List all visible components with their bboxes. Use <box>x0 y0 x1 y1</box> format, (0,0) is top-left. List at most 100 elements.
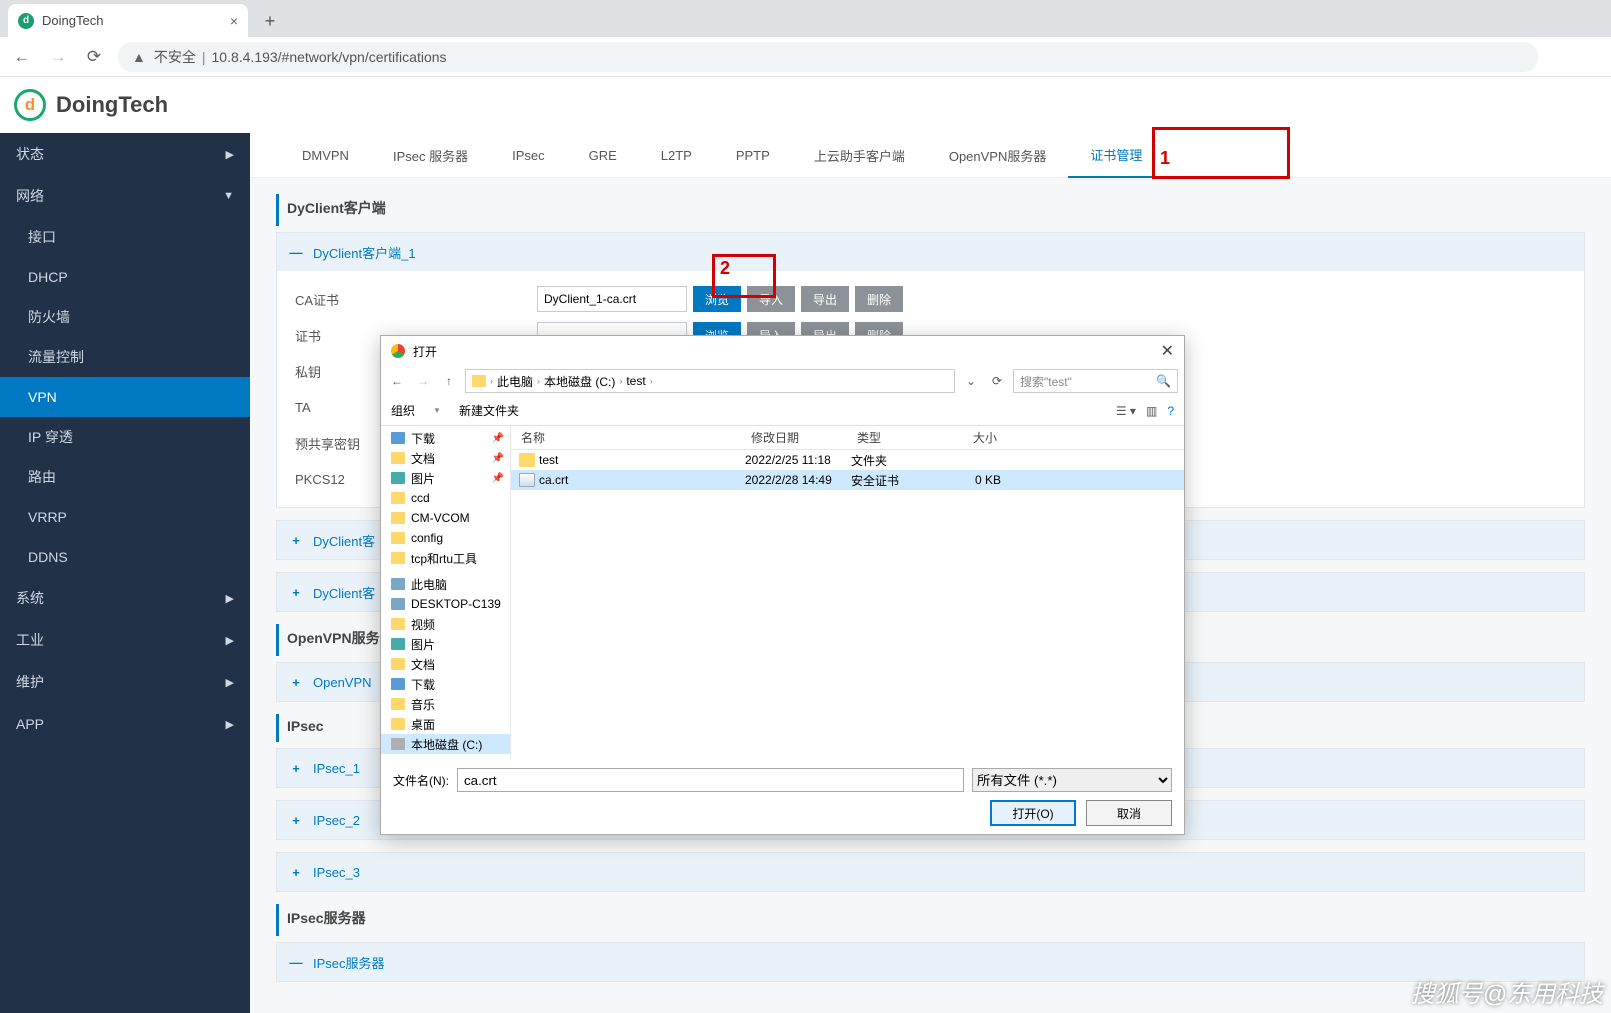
action-button[interactable]: 导出 <box>801 286 849 312</box>
collapse-icon[interactable]: — <box>289 955 303 970</box>
main-tab[interactable]: PPTP <box>714 133 792 178</box>
panel-head[interactable]: +IPsec_3 <box>277 853 1584 891</box>
column-headers[interactable]: 名称 修改日期 类型 大小 <box>511 426 1184 450</box>
expand-icon[interactable]: + <box>289 813 303 828</box>
tree-node[interactable]: 下载📌 <box>381 428 510 448</box>
open-button[interactable]: 打开(O) <box>990 800 1076 826</box>
search-input[interactable]: 搜索"test" 🔍 <box>1013 369 1178 393</box>
expand-icon[interactable]: + <box>289 585 303 600</box>
sidebar-item[interactable]: 接口 <box>0 217 250 257</box>
expand-icon[interactable]: + <box>289 675 303 690</box>
sidebar-group-label: 系统 <box>16 588 44 608</box>
nav-back-icon[interactable]: ← <box>387 374 407 388</box>
sidebar-item[interactable]: 防火墙 <box>0 297 250 337</box>
tree-node[interactable]: ccd <box>381 488 510 508</box>
sidebar-item[interactable]: DDNS <box>0 537 250 577</box>
new-folder-button[interactable]: 新建文件夹 <box>459 402 519 419</box>
new-tab-button[interactable]: + <box>256 7 284 35</box>
tree-node[interactable]: 音乐 <box>381 694 510 714</box>
file-filter-select[interactable]: 所有文件 (*.*) <box>972 768 1172 792</box>
sidebar-group[interactable]: 工业▶ <box>0 619 250 661</box>
path-dropdown-icon[interactable]: ⌄ <box>961 374 981 388</box>
tree-node[interactable]: 视频 <box>381 614 510 634</box>
breadcrumb-segment[interactable]: 此电脑 <box>497 373 533 390</box>
main-tab[interactable]: L2TP <box>639 133 714 178</box>
help-icon[interactable]: ? <box>1167 404 1174 418</box>
folder-icon <box>391 638 405 650</box>
tree-node[interactable]: 文档📌 <box>381 448 510 468</box>
expand-icon[interactable]: + <box>289 533 303 548</box>
action-button[interactable]: 删除 <box>855 286 903 312</box>
tree-node[interactable]: 此电脑 <box>381 574 510 594</box>
breadcrumb-segment[interactable]: 本地磁盘 (C:) <box>544 373 615 390</box>
tree-node[interactable]: DESKTOP-C139 <box>381 594 510 614</box>
main-tab[interactable]: DMVPN <box>280 133 371 178</box>
organize-menu[interactable]: 组织 <box>391 402 415 419</box>
collapse-icon[interactable]: — <box>289 245 303 260</box>
sidebar-item[interactable]: 流量控制 <box>0 337 250 377</box>
filename-input[interactable] <box>457 768 964 792</box>
view-options-icon[interactable]: ☰ ▾ <box>1116 404 1136 418</box>
cert-path-input[interactable] <box>537 286 687 312</box>
breadcrumb-path[interactable]: ›此电脑›本地磁盘 (C:)›test› <box>465 369 955 393</box>
action-button[interactable]: 浏览 <box>693 286 741 312</box>
col-size[interactable]: 大小 <box>945 429 1005 446</box>
close-icon[interactable]: ✕ <box>1161 341 1174 361</box>
sidebar-item[interactable]: VRRP <box>0 497 250 537</box>
forward-icon[interactable]: → <box>46 47 70 67</box>
url-input[interactable]: ▲ 不安全 | 10.8.4.193/#network/vpn/certific… <box>118 42 1538 72</box>
sidebar-group[interactable]: 维护▶ <box>0 661 250 703</box>
sidebar-group[interactable]: 状态▶ <box>0 133 250 175</box>
preview-pane-icon[interactable]: ▥ <box>1146 404 1157 418</box>
sidebar-group[interactable]: APP▶ <box>0 703 250 745</box>
file-row[interactable]: test 2022/2/25 11:18 文件夹 <box>511 450 1184 470</box>
nav-forward-icon[interactable]: → <box>413 374 433 388</box>
tree-node[interactable]: 桌面 <box>381 714 510 734</box>
tree-node[interactable]: tcp和rtu工具 <box>381 548 510 568</box>
expand-icon[interactable]: + <box>289 865 303 880</box>
nav-up-icon[interactable]: ↑ <box>439 374 459 388</box>
col-date[interactable]: 修改日期 <box>741 429 847 446</box>
reload-icon[interactable]: ⟳ <box>82 47 106 67</box>
tree-node[interactable]: CM-VCOM <box>381 508 510 528</box>
main-tab[interactable]: GRE <box>567 133 639 178</box>
chrome-icon <box>391 344 405 358</box>
tree-node[interactable]: 下载 <box>381 674 510 694</box>
tree-node[interactable]: 图片📌 <box>381 468 510 488</box>
main-tab[interactable]: OpenVPN服务器 <box>927 133 1069 178</box>
refresh-icon[interactable]: ⟳ <box>987 374 1007 388</box>
browser-tab[interactable]: d DoingTech × <box>8 4 248 37</box>
folder-tree[interactable]: 下载📌文档📌图片📌ccdCM-VCOMconfigtcp和rtu工具此电脑DES… <box>381 426 511 760</box>
main-tab[interactable]: 证书管理 <box>1068 133 1164 178</box>
back-icon[interactable]: ← <box>10 47 34 67</box>
expand-icon[interactable]: + <box>289 761 303 776</box>
tree-node[interactable]: config <box>381 528 510 548</box>
file-row[interactable]: ca.crt 2022/2/28 14:49 安全证书 0 KB <box>511 470 1184 490</box>
sidebar-item[interactable]: IP 穿透 <box>0 417 250 457</box>
folder-icon <box>391 472 405 484</box>
certificate-icon <box>519 473 535 487</box>
main-tab[interactable]: IPsec <box>490 133 567 178</box>
tree-label: 下载 <box>411 430 435 447</box>
panel-ipsec-server: — IPsec服务器 <box>276 942 1585 982</box>
col-name[interactable]: 名称 <box>511 429 741 446</box>
col-type[interactable]: 类型 <box>847 429 945 446</box>
sidebar-item[interactable]: 路由 <box>0 457 250 497</box>
tree-node[interactable]: 本地磁盘 (C:) <box>381 734 510 754</box>
main-tab[interactable]: 上云助手客户端 <box>792 133 927 178</box>
tree-node[interactable]: 文档 <box>381 654 510 674</box>
breadcrumb-segment[interactable]: test <box>626 374 645 388</box>
close-icon[interactable]: × <box>230 13 238 29</box>
sidebar-item[interactable]: DHCP <box>0 257 250 297</box>
cancel-button[interactable]: 取消 <box>1086 800 1172 826</box>
main-tab[interactable]: IPsec 服务器 <box>371 133 490 178</box>
panel-ipsec-server-head[interactable]: — IPsec服务器 <box>277 943 1584 981</box>
panel-dyclient-1-head[interactable]: — DyClient客户端_1 <box>277 233 1584 271</box>
sidebar-group[interactable]: 网络▼ <box>0 175 250 217</box>
sidebar-group[interactable]: 系统▶ <box>0 577 250 619</box>
action-button[interactable]: 导入 <box>747 286 795 312</box>
folder-icon <box>391 512 405 524</box>
tree-node[interactable]: 图片 <box>381 634 510 654</box>
chevron-right-icon: ▶ <box>226 148 234 161</box>
sidebar-item[interactable]: VPN <box>0 377 250 417</box>
